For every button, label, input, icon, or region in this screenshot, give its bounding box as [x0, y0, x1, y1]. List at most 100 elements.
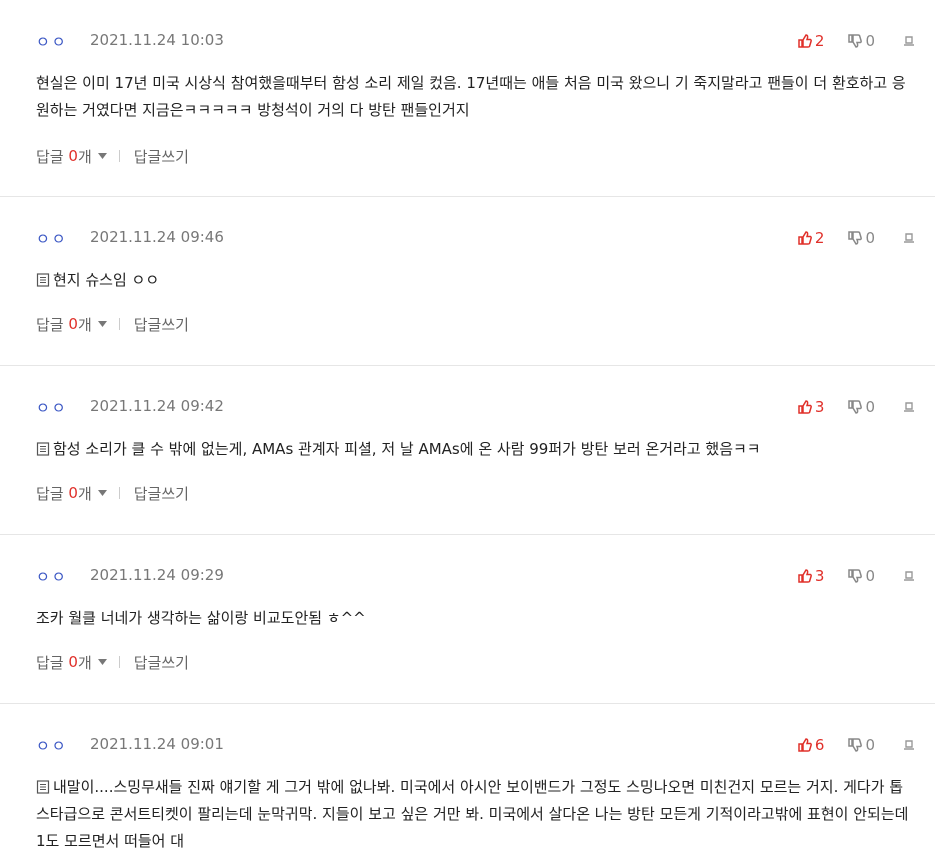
thumbs-down-icon: [848, 34, 863, 48]
memo-icon: [36, 442, 50, 456]
comment-nickname[interactable]: ㅇㅇ: [36, 31, 68, 52]
dislike-count: 0: [865, 32, 875, 50]
comment-item: ㅇㅇ 2021.11.24 09:29 3 0 조카 월클 너네가 생각하는 삶…: [0, 535, 935, 704]
comment-date: 2021.11.24 09:42: [90, 397, 224, 415]
like-button[interactable]: 6: [798, 736, 825, 754]
dislike-button[interactable]: 0: [848, 229, 875, 247]
comment-body: 조카 월클 너네가 생각하는 삶이랑 비교도안됨 ㅎ^^: [36, 609, 366, 627]
comment-date: 2021.11.24 09:46: [90, 228, 224, 246]
like-count: 6: [814, 736, 825, 754]
comment-actions: 3 0: [798, 565, 915, 587]
reply-label: 답글: [36, 147, 64, 166]
dislike-button[interactable]: 0: [848, 32, 875, 50]
report-button[interactable]: [903, 570, 915, 582]
reply-unit: 개: [77, 653, 92, 672]
reply-toggle[interactable]: 답글 0개: [36, 146, 107, 167]
reply-count: 0: [68, 147, 78, 165]
write-reply-button[interactable]: 답글쓰기: [134, 483, 189, 504]
thumbs-up-icon: [798, 400, 812, 414]
reply-label: 답글: [36, 653, 64, 672]
dislike-count: 0: [865, 229, 875, 247]
dislike-count: 0: [865, 398, 875, 416]
reply-unit: 개: [77, 315, 92, 334]
write-reply-button[interactable]: 답글쓰기: [134, 652, 189, 673]
comment-text: 조카 월클 너네가 생각하는 삶이랑 비교도안됨 ㅎ^^: [36, 605, 915, 632]
comment-actions: 6 0: [798, 734, 915, 756]
like-button[interactable]: 3: [798, 398, 825, 416]
write-reply-button[interactable]: 답글쓰기: [134, 314, 189, 335]
comment-nickname[interactable]: ㅇㅇ: [36, 397, 68, 418]
thumbs-down-icon: [848, 738, 863, 752]
comment-nickname[interactable]: ㅇㅇ: [36, 566, 68, 587]
thumbs-down-icon: [848, 231, 863, 245]
caret-down-icon: [97, 153, 107, 159]
comment-nickname[interactable]: ㅇㅇ: [36, 735, 68, 756]
report-icon: [904, 36, 914, 46]
comment-actions: 2 0: [798, 30, 915, 52]
reply-unit: 개: [77, 484, 92, 503]
dislike-button[interactable]: 0: [848, 398, 875, 416]
divider: [118, 150, 120, 162]
dislike-count: 0: [865, 567, 875, 585]
comment-text: 내말이....스밍무새들 진짜 얘기할 게 그거 밖에 없나봐. 미국에서 아시…: [36, 774, 915, 855]
thumbs-down-icon: [848, 400, 863, 414]
comment-text: 현지 슈스임 ㅇㅇ: [36, 267, 915, 294]
like-button[interactable]: 2: [798, 229, 824, 247]
comment-actions: 2 0: [798, 227, 915, 249]
like-button[interactable]: 3: [798, 567, 825, 585]
report-icon: [904, 571, 914, 581]
like-button[interactable]: 2: [798, 32, 824, 50]
comment-header: ㅇㅇ 2021.11.24 09:29 3 0: [36, 565, 915, 587]
comment-footer: 답글 0개 답글쓰기: [36, 146, 189, 166]
reply-toggle[interactable]: 답글 0개: [36, 483, 107, 504]
comment-date: 2021.11.24 09:01: [90, 735, 224, 753]
reply-unit: 개: [77, 147, 92, 166]
reply-count: 0: [68, 653, 78, 671]
comment-date: 2021.11.24 10:03: [90, 31, 224, 49]
reply-label: 답글: [36, 484, 64, 503]
comment-footer: 답글 0개 답글쓰기: [36, 483, 189, 503]
like-count: 3: [814, 567, 825, 585]
caret-down-icon: [97, 321, 107, 327]
memo-icon: [36, 780, 50, 794]
comment-header: ㅇㅇ 2021.11.24 09:42 3 0: [36, 396, 915, 418]
dislike-button[interactable]: 0: [848, 567, 875, 585]
reply-count: 0: [68, 484, 78, 502]
comment-item: ㅇㅇ 2021.11.24 10:03 2 0 현실은 이미 17년 미국 시상…: [0, 0, 935, 197]
dislike-button[interactable]: 0: [848, 736, 875, 754]
comment-footer: 답글 0개 답글쓰기: [36, 314, 189, 334]
comment-footer: 답글 0개 답글쓰기: [36, 652, 189, 672]
report-button[interactable]: [903, 35, 915, 47]
comment-header: ㅇㅇ 2021.11.24 10:03 2 0: [36, 30, 915, 52]
comment-list: ㅇㅇ 2021.11.24 10:03 2 0 현실은 이미 17년 미국 시상…: [0, 0, 935, 866]
comment-nickname[interactable]: ㅇㅇ: [36, 228, 68, 249]
comment-actions: 3 0: [798, 396, 915, 418]
report-icon: [904, 740, 914, 750]
report-button[interactable]: [903, 401, 915, 413]
comment-item: ㅇㅇ 2021.11.24 09:46 2 0 현지 슈스임 ㅇㅇ 답글 0 개…: [0, 197, 935, 366]
reply-count: 0: [68, 315, 78, 333]
thumbs-up-icon: [798, 34, 812, 48]
divider: [118, 487, 120, 499]
caret-down-icon: [97, 659, 107, 665]
dislike-count: 0: [865, 736, 875, 754]
comment-date: 2021.11.24 09:29: [90, 566, 224, 584]
comment-body: 내말이....스밍무새들 진짜 얘기할 게 그거 밖에 없나봐. 미국에서 아시…: [36, 778, 909, 850]
caret-down-icon: [97, 490, 107, 496]
comment-item: ㅇㅇ 2021.11.24 09:01 6 0 내말이....스밍무새들 진짜 …: [0, 704, 935, 866]
report-button[interactable]: [903, 739, 915, 751]
like-count: 3: [814, 398, 825, 416]
comment-body: 현지 슈스임 ㅇㅇ: [53, 271, 160, 289]
thumbs-up-icon: [798, 569, 812, 583]
thumbs-up-icon: [798, 231, 812, 245]
comment-header: ㅇㅇ 2021.11.24 09:01 6 0: [36, 734, 915, 756]
report-icon: [904, 402, 914, 412]
write-reply-button[interactable]: 답글쓰기: [134, 146, 189, 167]
reply-toggle[interactable]: 답글 0개: [36, 652, 107, 673]
comment-text: 함성 소리가 클 수 밖에 없는게, AMAs 관계자 피셜, 저 날 AMAs…: [36, 436, 915, 463]
comment-text: 현실은 이미 17년 미국 시상식 참여했을때부터 함성 소리 제일 컸음. 1…: [36, 70, 915, 124]
comment-body: 현실은 이미 17년 미국 시상식 참여했을때부터 함성 소리 제일 컸음. 1…: [36, 74, 906, 119]
comment-item: ㅇㅇ 2021.11.24 09:42 3 0 함성 소리가 클 수 밖에 없는…: [0, 366, 935, 535]
report-button[interactable]: [903, 232, 915, 244]
reply-toggle[interactable]: 답글 0개: [36, 314, 107, 335]
